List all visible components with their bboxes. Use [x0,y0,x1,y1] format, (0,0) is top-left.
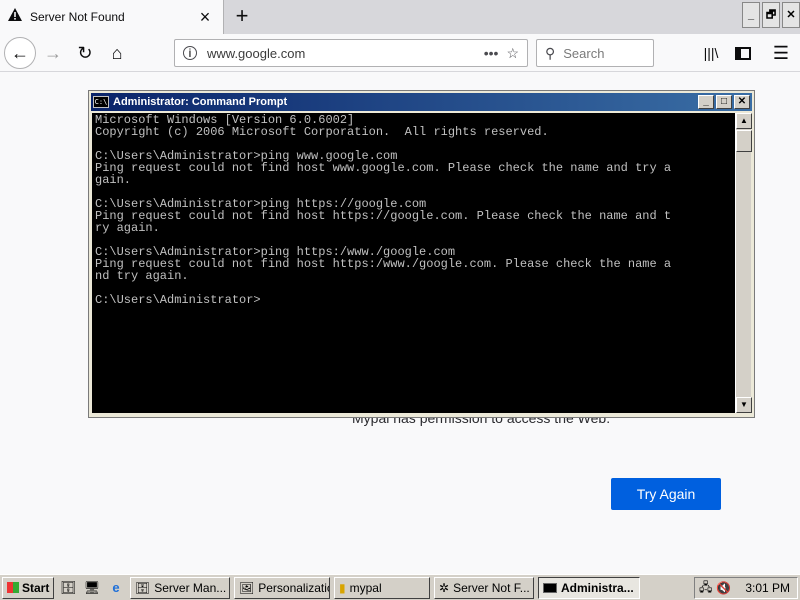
windows-logo-icon [7,582,19,593]
cmd-line: Copyright (c) 2006 Microsoft Corporation… [95,125,549,139]
system-tray: 🖧 🔇 3:01 PM [694,577,798,599]
reload-icon: ↻ [77,42,93,63]
personalization-icon: 🖼 [239,580,255,595]
search-icon: ⚲ [545,44,556,61]
cmd-line: gain. [95,173,132,187]
cmd-line: Ping request could not find host www.goo… [95,161,672,175]
home-icon: ⌂ [111,42,123,63]
taskbar-item-server-not-found[interactable]: ✲ Server Not F... [434,576,534,599]
taskbar-item-personalization[interactable]: 🖼 Personalization [234,576,330,599]
taskbar-item-label: Administra... [561,580,634,595]
cmd-line: C:\Users\Administrator> [95,293,261,307]
taskbar-item-label: Personalization [258,580,329,595]
internet-explorer-icon[interactable]: e [106,579,126,597]
bookmark-star-icon[interactable]: ☆ [506,45,519,62]
back-button[interactable]: ← [4,37,36,69]
cmd-taskbar-icon [543,582,557,593]
cmd-scrollbar[interactable]: ▲ ▼ [735,113,752,413]
taskbar-item-label: Server Not F... [453,580,530,595]
mypal-icon: ✲ [439,580,450,595]
taskbar-item-label: mypal [349,580,382,595]
tab-bar: Server Not Found × + _ 🗗 ✕ [0,0,800,34]
cmd-console[interactable]: Microsoft Windows [Version 6.0.6002] Copy… [92,113,735,413]
search-input[interactable]: ⚲ Search [536,39,654,67]
cmd-output: Microsoft Windows [Version 6.0.6002] Copy… [92,113,735,307]
scroll-thumb[interactable] [736,130,752,152]
home-button[interactable]: ⌂ [102,38,132,68]
scroll-up-icon[interactable]: ▲ [736,113,752,129]
cmd-minimize-button[interactable]: _ [698,95,714,109]
command-prompt-window[interactable]: C:\ Administrator: Command Prompt _ □ ✕ … [88,90,755,418]
start-button[interactable]: Start [2,576,54,599]
start-label: Start [22,580,50,595]
network-icon[interactable]: 🖧 [699,578,712,599]
url-bar[interactable]: i www.google.com ••• ☆ [174,39,528,67]
cmd-line: ry again. [95,221,160,235]
cmd-line: nd try again. [95,269,189,283]
nav-bar: ← → ↻ ⌂ i www.google.com ••• ☆ ⚲ Search … [0,34,800,72]
arrow-left-icon: ← [11,42,29,63]
cmd-title: Administrator: Command Prompt [113,96,288,108]
warning-icon [8,8,22,26]
page-actions-icon[interactable]: ••• [484,45,499,61]
cmd-line: Ping request could not find host https:/… [95,209,672,223]
window-controls: _ 🗗 ✕ [740,2,800,28]
cmd-line: Ping request could not find host https:/… [95,257,672,271]
reload-button[interactable]: ↻ [70,38,100,68]
scroll-down-icon[interactable]: ▼ [736,397,752,413]
sidebar-icon [735,46,751,60]
taskbar-item-server-manager[interactable]: 🗄 Server Man... [130,576,230,599]
forward-button[interactable]: → [38,38,68,68]
new-tab-button[interactable]: + [230,4,254,28]
restore-button[interactable]: 🗗 [762,2,780,28]
taskbar-item-mypal[interactable]: ▮ mypal [334,576,430,599]
tab-title: Server Not Found [30,10,125,24]
folder-icon: ▮ [339,580,346,595]
close-tab-icon[interactable]: × [195,7,215,27]
cmd-close-button[interactable]: ✕ [734,95,750,109]
library-button[interactable]: |||\ [696,38,726,68]
server-manager-icon: 🗄 [135,580,151,595]
url-text[interactable]: www.google.com [207,46,484,61]
taskbar-item-administrator[interactable]: Administra... [538,576,640,599]
tab-server-not-found[interactable]: Server Not Found × [0,0,224,34]
minimize-button[interactable]: _ [742,2,760,28]
sidebar-button[interactable] [728,38,758,68]
cmd-icon: C:\ [93,96,109,108]
menu-button[interactable]: ☰ [766,38,796,68]
volume-muted-icon[interactable]: 🔇 [716,581,731,595]
server-manager-quicklaunch-icon[interactable]: 🗄 [58,579,78,597]
info-icon[interactable]: i [183,46,197,60]
close-window-button[interactable]: ✕ [782,2,800,28]
arrow-right-icon: → [44,42,62,63]
try-again-button[interactable]: Try Again [611,478,721,510]
library-icon: |||\ [703,45,719,61]
clock[interactable]: 3:01 PM [745,581,790,595]
cmd-maximize-button[interactable]: □ [716,95,732,109]
cmd-titlebar[interactable]: C:\ Administrator: Command Prompt _ □ ✕ [91,93,752,111]
show-desktop-icon[interactable]: 🖥 [82,579,102,597]
taskbar-item-label: Server Man... [154,580,227,595]
search-placeholder: Search [563,45,605,61]
taskbar: Start 🗄 🖥 e 🗄 Server Man... 🖼 Personaliz… [0,574,800,600]
hamburger-icon: ☰ [772,42,790,63]
